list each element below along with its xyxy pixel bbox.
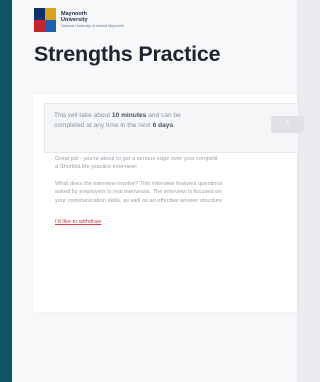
brand-name-sub: National University of Ireland Maynooth (61, 24, 124, 28)
left-accent-bar (0, 0, 12, 382)
details-line3: your communication skills, as well as an… (55, 197, 223, 204)
info-line1-pre: This will take about (54, 112, 112, 119)
practice-card: This will take about 10 minutes and can … (33, 94, 304, 312)
withdraw-link[interactable]: I'd like to withdraw (55, 219, 101, 225)
start-button[interactable]: S (271, 116, 304, 133)
details-line2: asked by employers in real interviews. T… (55, 189, 222, 196)
brand-name: Maynooth University National University … (61, 11, 124, 29)
info-line2-pre: completed at any time in the next (54, 122, 153, 129)
university-crest-icon (34, 8, 56, 32)
info-deadline: 6 days (152, 122, 174, 129)
intro-line1: Great job - you're about to get a seriou… (55, 156, 218, 162)
intro-line2: a Shortlist.Me practice interview! (55, 164, 137, 171)
intro-paragraph: Great job - you're about to get a seriou… (55, 155, 298, 172)
info-line2-post: . (173, 122, 175, 129)
details-line1: What does the interview involve? This in… (55, 181, 223, 187)
brand-logo: Maynooth University National University … (34, 8, 124, 32)
page-title: Strengths Practice (34, 42, 221, 66)
info-duration: 10 minutes (111, 112, 147, 119)
info-line1-post: and can be (146, 112, 181, 119)
info-text: This will take about 10 minutes and can … (54, 111, 244, 131)
details-paragraph: What does the interview involve? This in… (55, 180, 298, 205)
info-box: This will take about 10 minutes and can … (44, 103, 304, 153)
